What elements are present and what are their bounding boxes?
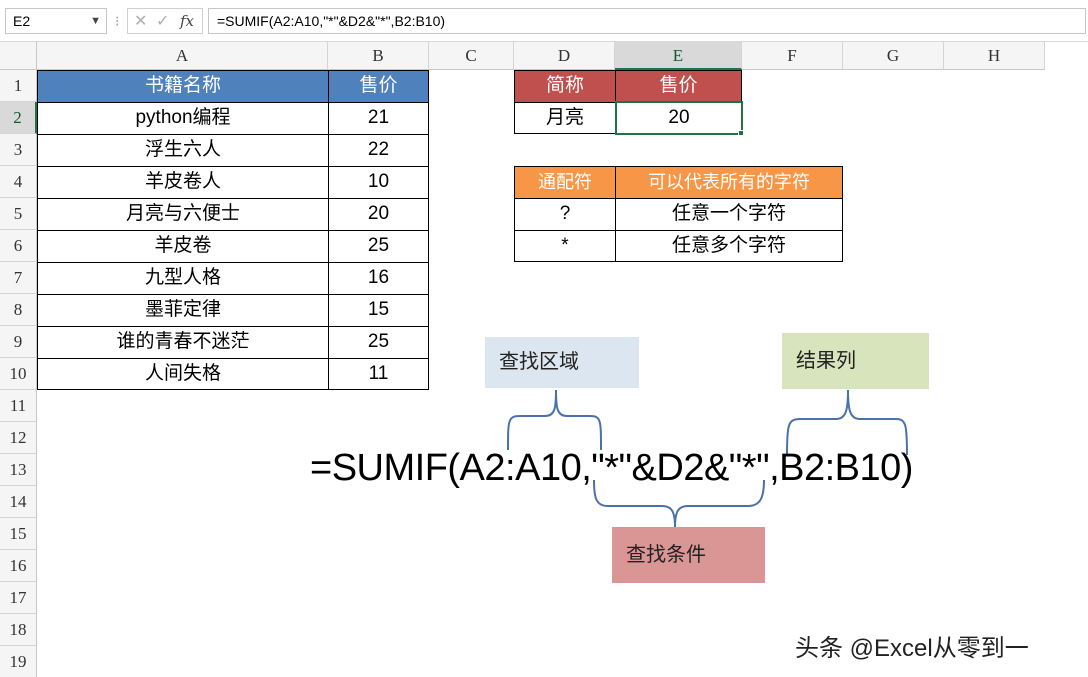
result-brace (786, 389, 908, 456)
brace-annotations (507, 389, 908, 528)
formula-illustration: =SUMIF(A2:A10,"*"&D2&"*",B2:B10) (310, 447, 913, 489)
watermark: 头条 @Excel从零到一 (795, 635, 1029, 662)
range-brace (507, 389, 602, 451)
